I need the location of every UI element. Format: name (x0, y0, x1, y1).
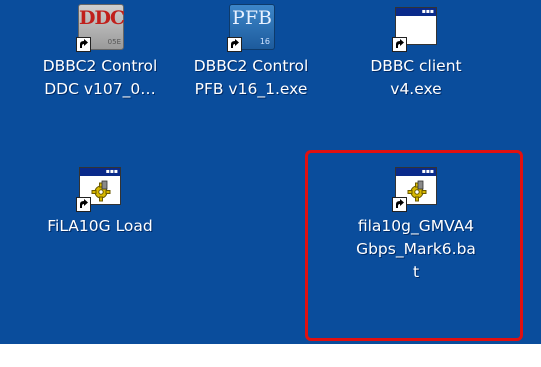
shortcut-arrow-icon (392, 197, 407, 212)
desktop-icon-fila10g-load[interactable]: ▪▪▪ FiLA10G Load (30, 164, 170, 238)
icon-label: DBBC2 Control PFB v16_1.exe (193, 57, 309, 98)
shortcut-arrow-icon (76, 37, 91, 52)
batch-file-icon: ▪▪▪ (76, 164, 124, 212)
icon-label: DBBC client v4.exe (370, 57, 462, 98)
desktop: DDC 05E DBBC2 Control DDC v107_0… PFB 16… (0, 0, 541, 344)
desktop-icon-dbbc2-control-ddc[interactable]: DDC 05E DBBC2 Control DDC v107_0… (30, 4, 170, 101)
gear-icon (91, 180, 111, 202)
icon-label: fila10g_GMVA4 Gbps_Mark6.ba t (356, 217, 476, 281)
shortcut-arrow-icon (76, 197, 91, 212)
desktop-icon-dbbc2-control-pfb[interactable]: PFB 16 DBBC2 Control PFB v16_1.exe (181, 4, 321, 101)
window-icon: ▪▪▪ (392, 4, 440, 52)
pfb-app-icon: PFB 16 (227, 4, 275, 52)
ddc-app-icon: DDC 05E (76, 4, 125, 52)
icon-label: FiLA10G Load (47, 217, 153, 235)
pfb-tile-text: PFB (232, 7, 272, 29)
shortcut-arrow-icon (392, 37, 407, 52)
desktop-icon-dbbc-client[interactable]: ▪▪▪ DBBC client v4.exe (346, 4, 486, 101)
page-margin (0, 344, 541, 367)
desktop-icon-fila10g-gmva4-bat[interactable]: ▪▪▪ fila10g_GMVA4 Gbps_Mark6.ba t (346, 164, 486, 284)
icon-label: DBBC2 Control DDC v107_0… (42, 57, 158, 98)
batch-file-icon: ▪▪▪ (392, 164, 440, 212)
ddc-tile-subtext: 05E (107, 38, 121, 46)
gear-icon (407, 180, 427, 202)
pfb-tile-subtext: 16 (259, 37, 270, 46)
shortcut-arrow-icon (227, 37, 242, 52)
ddc-tile-text: DDC (79, 7, 125, 29)
